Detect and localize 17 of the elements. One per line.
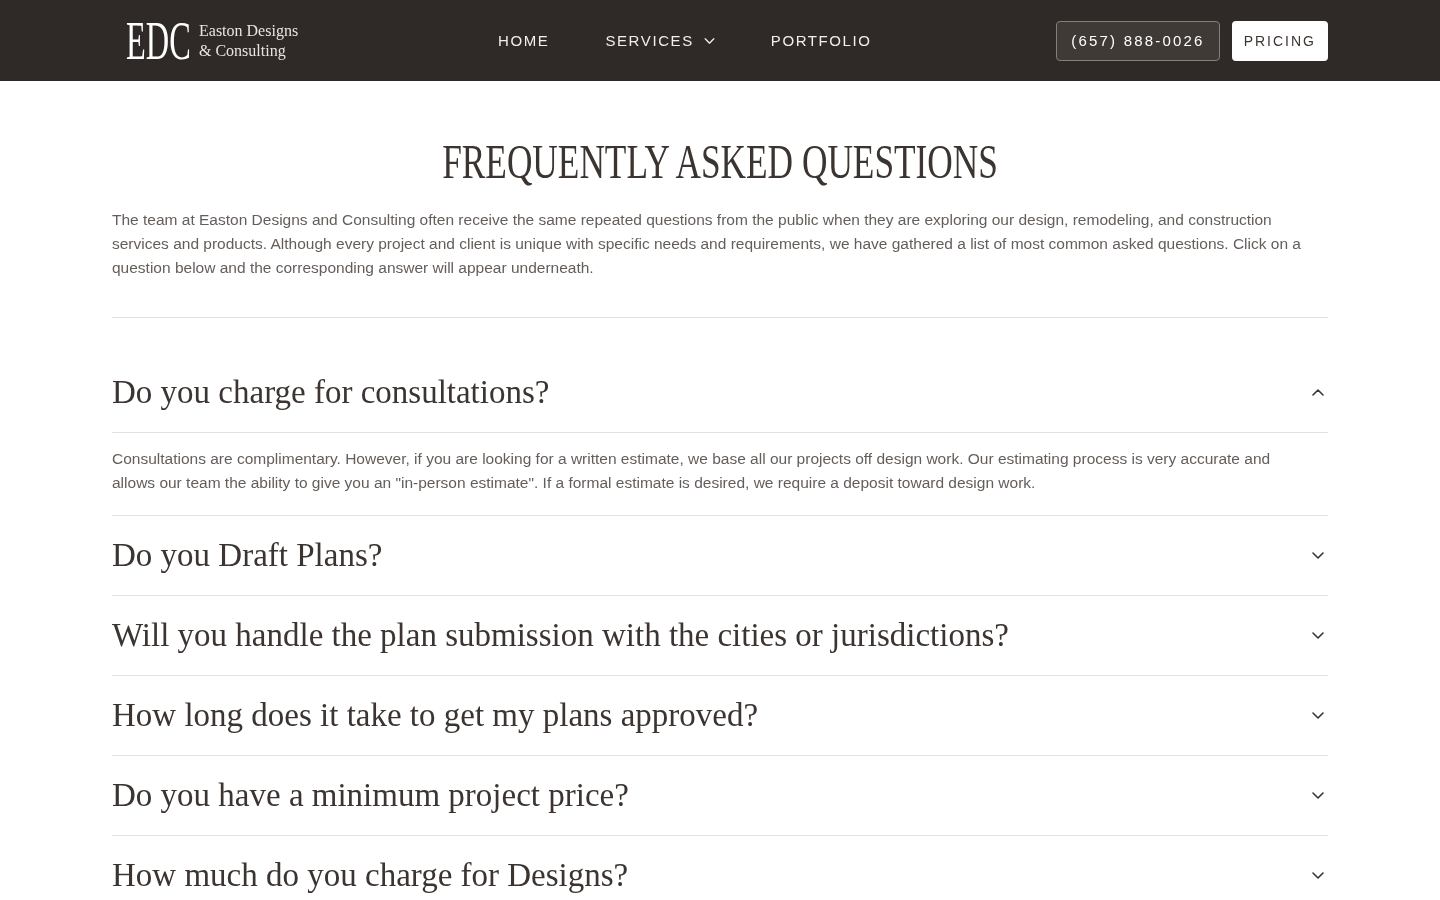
faq-question[interactable]: How long does it take to get my plans approved? (112, 676, 1328, 756)
faq-question[interactable]: How much do you charge for Designs? (112, 836, 1328, 900)
phone-button[interactable]: (657) 888-0026 (1056, 20, 1220, 61)
faq-question[interactable]: Do you have a minimum project price? (112, 756, 1328, 836)
nav-link[interactable]: HOME (498, 32, 550, 49)
faq-question[interactable]: Do you charge for consultations? (112, 353, 1328, 433)
faq-question[interactable]: Will you handle the plan submission with the cities or jurisdictions? (112, 596, 1328, 676)
intro-paragraph: The team at Easton Designs and Consulting often receive the same repeated questions from the public when they are exploring our design, remodeling, and construction services and products. Although every project and client is unique with specific needs and requirements, we have gathered a list of most common asked questions. Click on a question below and the corresponding answer will appear underneath. (112, 210, 1302, 278)
logo-monogram: EDC (126, 13, 191, 68)
faq-answer: Consultations are complimentary. However, if you are looking for a written estimate, we base all our projects off design work. Our estimating process is very accurate and allows our team the ability to give you an "in-person estimate". If a formal estimate is desired, we require a deposit toward design work. (112, 433, 1328, 516)
pricing-button[interactable]: PRICING (1231, 20, 1328, 61)
nav-link[interactable]: PORTFOLIO (770, 32, 872, 49)
logo-text: Easton Designs (199, 20, 299, 41)
faq-question[interactable]: Do you Draft Plans? (112, 516, 1328, 596)
nav-link[interactable]: SERVICES (605, 32, 715, 49)
logo-text: & Consulting (199, 40, 287, 61)
page-title: FREQUENTLY ASKED QUESTIONS (442, 138, 998, 186)
